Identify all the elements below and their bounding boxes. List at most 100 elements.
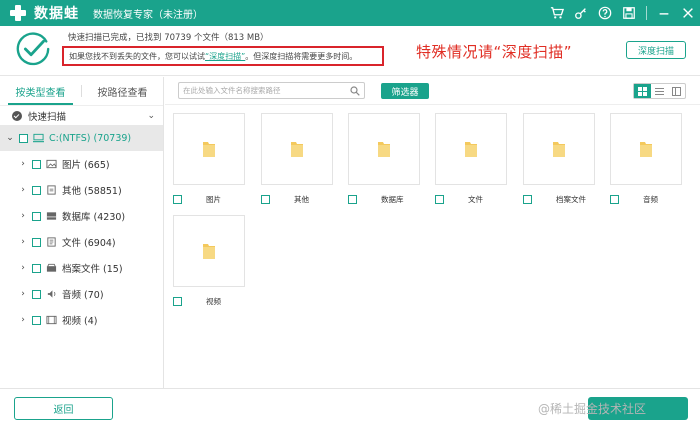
tile-label: 数据库 — [381, 194, 404, 204]
check-dot-icon — [12, 110, 22, 121]
checkbox[interactable] — [435, 194, 444, 204]
tree-item-audio[interactable]: › 音频 (70) — [0, 281, 163, 307]
minimize-icon[interactable] — [654, 3, 674, 23]
checkbox[interactable] — [19, 133, 28, 143]
tile-thumbnail[interactable] — [610, 113, 682, 185]
category-tile-archive[interactable]: 档案文件 — [515, 113, 603, 205]
tile-label: 文件 — [468, 194, 483, 204]
checkbox[interactable] — [32, 315, 41, 325]
tile-label: 其他 — [294, 194, 309, 204]
chevron-down-icon[interactable]: ⌄ — [5, 133, 15, 143]
titlebar-divider — [646, 6, 647, 20]
chevron-right-icon[interactable]: › — [18, 315, 28, 325]
checkbox[interactable] — [32, 237, 41, 247]
filter-button[interactable]: 筛选器 — [381, 83, 429, 99]
chevron-right-icon[interactable]: › — [18, 237, 28, 247]
database-icon — [45, 211, 57, 221]
checkbox[interactable] — [173, 296, 182, 306]
cart-icon[interactable] — [547, 3, 567, 23]
deep-scan-button[interactable]: 深度扫描 — [626, 41, 686, 59]
tree-item-label: 音频 (70) — [62, 290, 104, 301]
folder-icon — [640, 142, 652, 157]
tree-root-label: C:(NTFS) (70739) — [49, 132, 132, 144]
video-icon — [45, 315, 57, 325]
tree-item-label: 其他 (58851) — [62, 186, 122, 197]
tab-by-path[interactable]: 按路径查看 — [82, 77, 163, 105]
quick-scan-selector[interactable]: 快速扫描 ⌄ — [0, 105, 163, 125]
category-tile-other[interactable]: 其他 — [253, 113, 341, 205]
category-tile-image[interactable]: 图片 — [165, 113, 253, 205]
checkbox[interactable] — [32, 185, 41, 195]
search-input[interactable] — [179, 83, 344, 98]
tree-item-video[interactable]: › 视频 (4) — [0, 307, 163, 333]
chevron-right-icon[interactable]: › — [18, 185, 28, 195]
back-button[interactable]: 返回 — [14, 397, 113, 420]
grid-view-icon[interactable] — [634, 84, 651, 98]
document-icon — [45, 237, 57, 247]
tile-label: 档案文件 — [556, 194, 586, 204]
tree-item-database[interactable]: › 数据库 (4230) — [0, 203, 163, 229]
folder-icon — [203, 244, 215, 259]
help-icon[interactable] — [595, 3, 615, 23]
category-tile-audio[interactable]: 音频 — [602, 113, 690, 205]
tree-item-label: 图片 (665) — [62, 160, 110, 171]
chevron-down-icon[interactable]: ⌄ — [147, 111, 155, 121]
list-view-icon[interactable] — [651, 84, 668, 98]
image-icon — [45, 159, 57, 169]
tile-thumbnail[interactable] — [523, 113, 595, 185]
tile-thumbnail[interactable] — [173, 215, 245, 287]
tree-item-document[interactable]: › 文件 (6904) — [0, 229, 163, 255]
tile-thumbnail[interactable] — [261, 113, 333, 185]
app-name: 数据蛙 — [34, 6, 79, 22]
tile-label: 音频 — [643, 194, 658, 204]
chevron-right-icon[interactable]: › — [18, 263, 28, 273]
save-icon[interactable] — [619, 3, 639, 23]
tile-thumbnail[interactable] — [348, 113, 420, 185]
tree-item-label: 视频 (4) — [62, 316, 98, 327]
chevron-right-icon[interactable]: › — [18, 289, 28, 299]
checkbox[interactable] — [348, 194, 357, 204]
checkbox[interactable] — [32, 159, 41, 169]
bottom-bar: 返回 @稀土掘金技术社区 — [0, 388, 700, 430]
folder-icon — [378, 142, 390, 157]
category-tile-document[interactable]: 文件 — [427, 113, 515, 205]
chevron-right-icon[interactable]: › — [18, 211, 28, 221]
sidebar: 按类型查看 按路径查看 快速扫描 ⌄ ⌄ C:(NTFS) (70739) › … — [0, 77, 164, 388]
checkbox[interactable] — [32, 289, 41, 299]
view-tabs: 按类型查看 按路径查看 — [0, 77, 163, 105]
detail-view-icon[interactable] — [668, 84, 685, 98]
quick-scan-label: 快速扫描 — [28, 111, 67, 123]
close-icon[interactable] — [678, 3, 698, 23]
deep-scan-hint: 如果您找不到丢失的文件，您可以试试“深度扫描”。但深度扫描将需要更多时间。 — [62, 46, 384, 66]
folder-icon — [465, 142, 477, 157]
checkbox[interactable] — [261, 194, 270, 204]
tile-thumbnail[interactable] — [435, 113, 507, 185]
chevron-right-icon[interactable]: › — [18, 159, 28, 169]
category-tile-video[interactable]: 视频 — [165, 215, 253, 307]
tree-root-drive[interactable]: ⌄ C:(NTFS) (70739) — [0, 125, 163, 151]
search-icon[interactable] — [350, 86, 360, 96]
key-icon[interactable] — [571, 3, 591, 23]
checkbox[interactable] — [32, 211, 41, 221]
tree-item-image[interactable]: › 图片 (665) — [0, 151, 163, 177]
watermark: @稀土掘金技术社区 — [538, 402, 647, 416]
tab-by-type[interactable]: 按类型查看 — [0, 77, 81, 105]
tile-thumbnail[interactable] — [173, 113, 245, 185]
audio-icon — [45, 289, 57, 299]
tree-item-label: 档案文件 (15) — [62, 264, 123, 275]
tree-item-archive[interactable]: › 档案文件 (15) — [0, 255, 163, 281]
checkbox[interactable] — [610, 194, 619, 204]
app-subtitle: 数据恢复专家（未注册） — [93, 9, 203, 21]
checkbox[interactable] — [32, 263, 41, 273]
checkbox[interactable] — [523, 194, 532, 204]
category-tile-database[interactable]: 数据库 — [340, 113, 428, 205]
tree-item-label: 数据库 (4230) — [62, 212, 126, 223]
drive-icon — [32, 133, 44, 143]
file-icon — [45, 185, 57, 195]
checkbox[interactable] — [173, 194, 182, 204]
title-bar: 数据蛙 数据恢复专家（未注册） — [0, 0, 700, 26]
tree-item-other[interactable]: › 其他 (58851) — [0, 177, 163, 203]
deep-scan-link[interactable]: “深度扫描” — [205, 52, 245, 61]
scan-status-text: 快速扫描已完成，已找到 70739 个文件（813 MB） — [68, 33, 269, 43]
view-switcher — [633, 83, 686, 99]
